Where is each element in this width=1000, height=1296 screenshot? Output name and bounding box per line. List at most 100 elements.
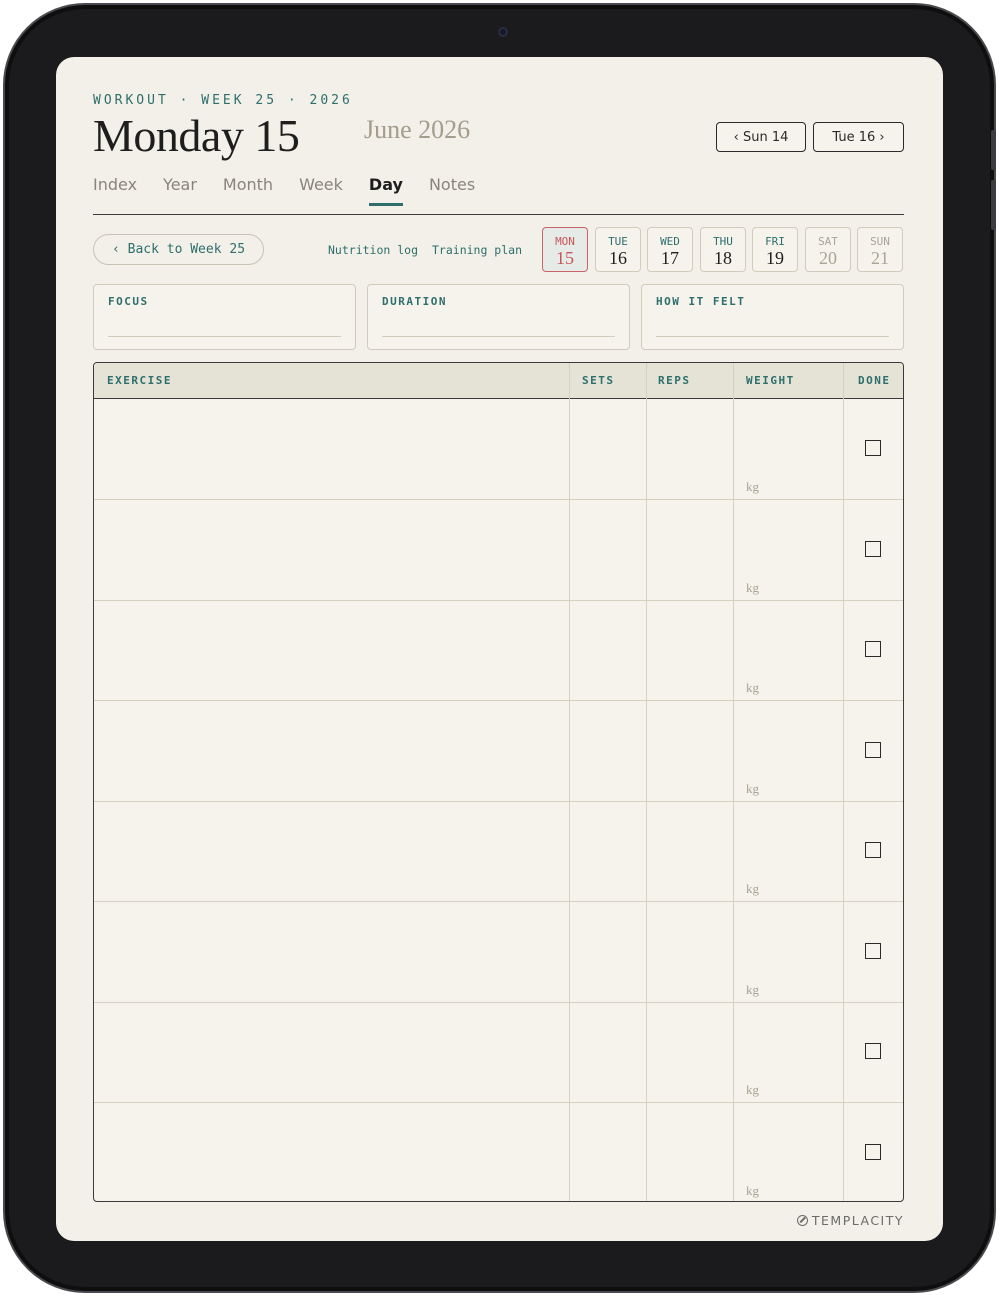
exercise-cell[interactable] xyxy=(94,701,569,801)
exercise-cell[interactable] xyxy=(94,1002,569,1102)
table-row: kg xyxy=(94,902,903,1003)
how-it-felt-field[interactable]: HOW IT FELT xyxy=(641,284,904,350)
field-underline xyxy=(656,336,889,337)
done-checkbox[interactable] xyxy=(865,540,881,557)
sets-cell[interactable] xyxy=(570,399,646,499)
focus-field[interactable]: FOCUS xyxy=(93,284,356,350)
exercise-table: EXERCISE SETS REPS WEIGHT DONE kg kg kg kg k… xyxy=(93,362,904,1202)
header-weight: WEIGHT xyxy=(746,374,795,387)
tab-year[interactable]: Year xyxy=(163,175,197,206)
sets-cell[interactable] xyxy=(570,500,646,600)
brand-mark: TEMPLACITY xyxy=(796,1213,904,1228)
exercise-cell[interactable] xyxy=(94,399,569,499)
back-to-week-button[interactable]: ‹ Back to Week 25 xyxy=(93,234,264,265)
reps-cell[interactable] xyxy=(647,1103,733,1202)
day-name: TUE xyxy=(608,235,628,248)
day-number: 19 xyxy=(766,248,784,268)
table-row: kg xyxy=(94,600,903,701)
reps-cell[interactable] xyxy=(647,902,733,1002)
planner-page: WORKOUT · WEEK 25 · 2026 Monday 15 June … xyxy=(56,57,943,1241)
tab-day[interactable]: Day xyxy=(368,175,403,206)
weight-unit: kg xyxy=(746,1082,759,1097)
done-checkbox[interactable] xyxy=(865,641,881,657)
day-name: SAT xyxy=(818,235,838,248)
done-checkbox[interactable] xyxy=(865,842,881,858)
day-name: THU xyxy=(713,235,733,248)
weight-unit: kg xyxy=(746,579,759,595)
day-number: 20 xyxy=(819,248,837,268)
weight-unit: kg xyxy=(746,981,759,997)
day-name: MON xyxy=(555,235,575,248)
exercise-cell[interactable] xyxy=(94,500,569,600)
focus-label: FOCUS xyxy=(108,295,149,308)
sets-cell[interactable] xyxy=(570,801,646,901)
reps-cell[interactable] xyxy=(647,801,733,901)
nav-tabs: Index Year Month Week Day Notes xyxy=(93,175,501,206)
done-checkbox[interactable] xyxy=(865,741,881,758)
weight-unit: kg xyxy=(746,479,759,494)
day-tab-sun[interactable]: SUN 21 xyxy=(857,227,903,272)
duration-label: DURATION xyxy=(382,295,447,308)
how-it-felt-label: HOW IT FELT xyxy=(656,295,746,308)
page-title: Monday 15 xyxy=(93,110,300,161)
sets-cell[interactable] xyxy=(570,1002,646,1102)
day-tab-sat[interactable]: SAT 20 xyxy=(805,227,851,272)
table-row: kg xyxy=(94,399,903,500)
page-subtitle: June 2026 xyxy=(364,115,471,144)
volume-up-button xyxy=(991,130,996,170)
sets-cell[interactable] xyxy=(570,600,646,700)
weight-unit: kg xyxy=(746,780,759,796)
tab-month[interactable]: Month xyxy=(223,175,273,206)
next-day-button[interactable]: Tue 16 › xyxy=(813,122,904,152)
weight-unit: kg xyxy=(746,1182,759,1198)
sets-cell[interactable] xyxy=(570,902,646,1002)
day-tab-tue[interactable]: TUE 16 xyxy=(595,227,641,272)
day-name: WED xyxy=(660,235,680,248)
day-number: 15 xyxy=(556,248,574,268)
exercise-cell[interactable] xyxy=(94,902,569,1002)
day-tab-thu[interactable]: THU 18 xyxy=(700,227,746,272)
reps-cell[interactable] xyxy=(647,1002,733,1102)
table-row: kg xyxy=(94,701,903,802)
training-plan-link[interactable]: Training plan xyxy=(432,243,522,257)
day-tab-mon[interactable]: MON 15 xyxy=(542,227,588,272)
exercise-cell[interactable] xyxy=(94,1103,569,1202)
header-done: DONE xyxy=(858,374,891,387)
sets-cell[interactable] xyxy=(570,701,646,801)
table-row: kg xyxy=(94,1103,903,1202)
tab-notes[interactable]: Notes xyxy=(429,175,475,206)
day-name: SUN xyxy=(870,235,890,248)
header-exercise: EXERCISE xyxy=(107,374,172,387)
done-checkbox[interactable] xyxy=(865,440,881,456)
prev-day-button[interactable]: ‹ Sun 14 xyxy=(716,122,806,152)
day-name: FRI xyxy=(765,235,785,248)
field-underline xyxy=(382,336,615,337)
day-number: 16 xyxy=(609,248,627,268)
day-number: 17 xyxy=(661,248,679,268)
done-checkbox[interactable] xyxy=(865,942,881,959)
reps-cell[interactable] xyxy=(647,701,733,801)
day-number: 21 xyxy=(871,248,889,268)
tab-index[interactable]: Index xyxy=(93,175,137,206)
nutrition-log-link[interactable]: Nutrition log xyxy=(328,243,418,257)
templacity-logo-icon xyxy=(796,1215,808,1226)
reps-cell[interactable] xyxy=(647,500,733,600)
done-checkbox[interactable] xyxy=(865,1043,881,1059)
tab-week[interactable]: Week xyxy=(299,175,343,206)
done-checkbox[interactable] xyxy=(865,1143,881,1160)
exercise-cell[interactable] xyxy=(94,801,569,901)
reps-cell[interactable] xyxy=(647,600,733,700)
day-tab-fri[interactable]: FRI 19 xyxy=(752,227,798,272)
volume-down-button xyxy=(991,180,996,230)
day-tab-wed[interactable]: WED 17 xyxy=(647,227,693,272)
table-row: kg xyxy=(94,801,903,902)
sets-cell[interactable] xyxy=(570,1103,646,1202)
weight-unit: kg xyxy=(746,881,759,896)
field-underline xyxy=(108,336,341,337)
reps-cell[interactable] xyxy=(647,399,733,499)
day-number: 18 xyxy=(714,248,732,268)
exercise-cell[interactable] xyxy=(94,600,569,700)
duration-field[interactable]: DURATION xyxy=(367,284,630,350)
weight-unit: kg xyxy=(746,680,759,695)
header-sets: SETS xyxy=(582,374,615,387)
